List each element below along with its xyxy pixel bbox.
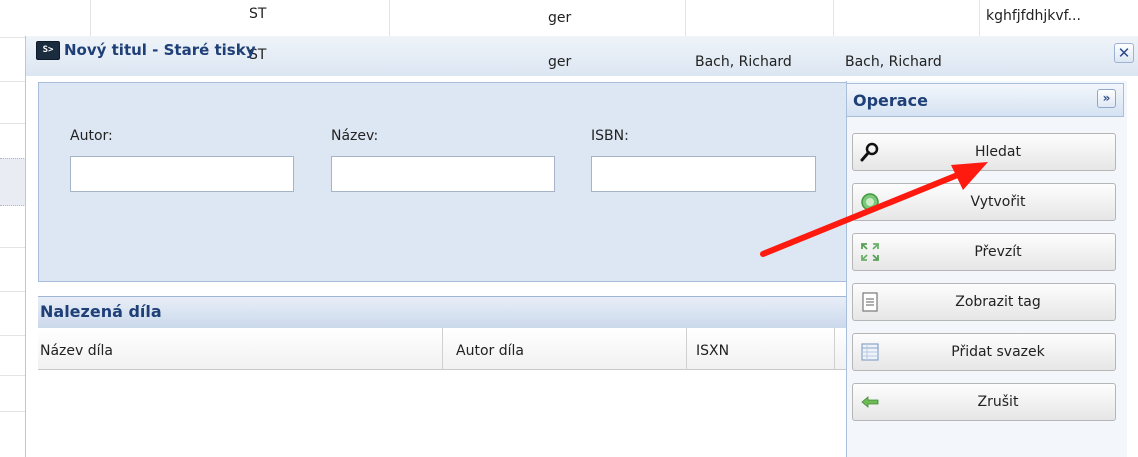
annotation-arrow — [760, 162, 988, 257]
